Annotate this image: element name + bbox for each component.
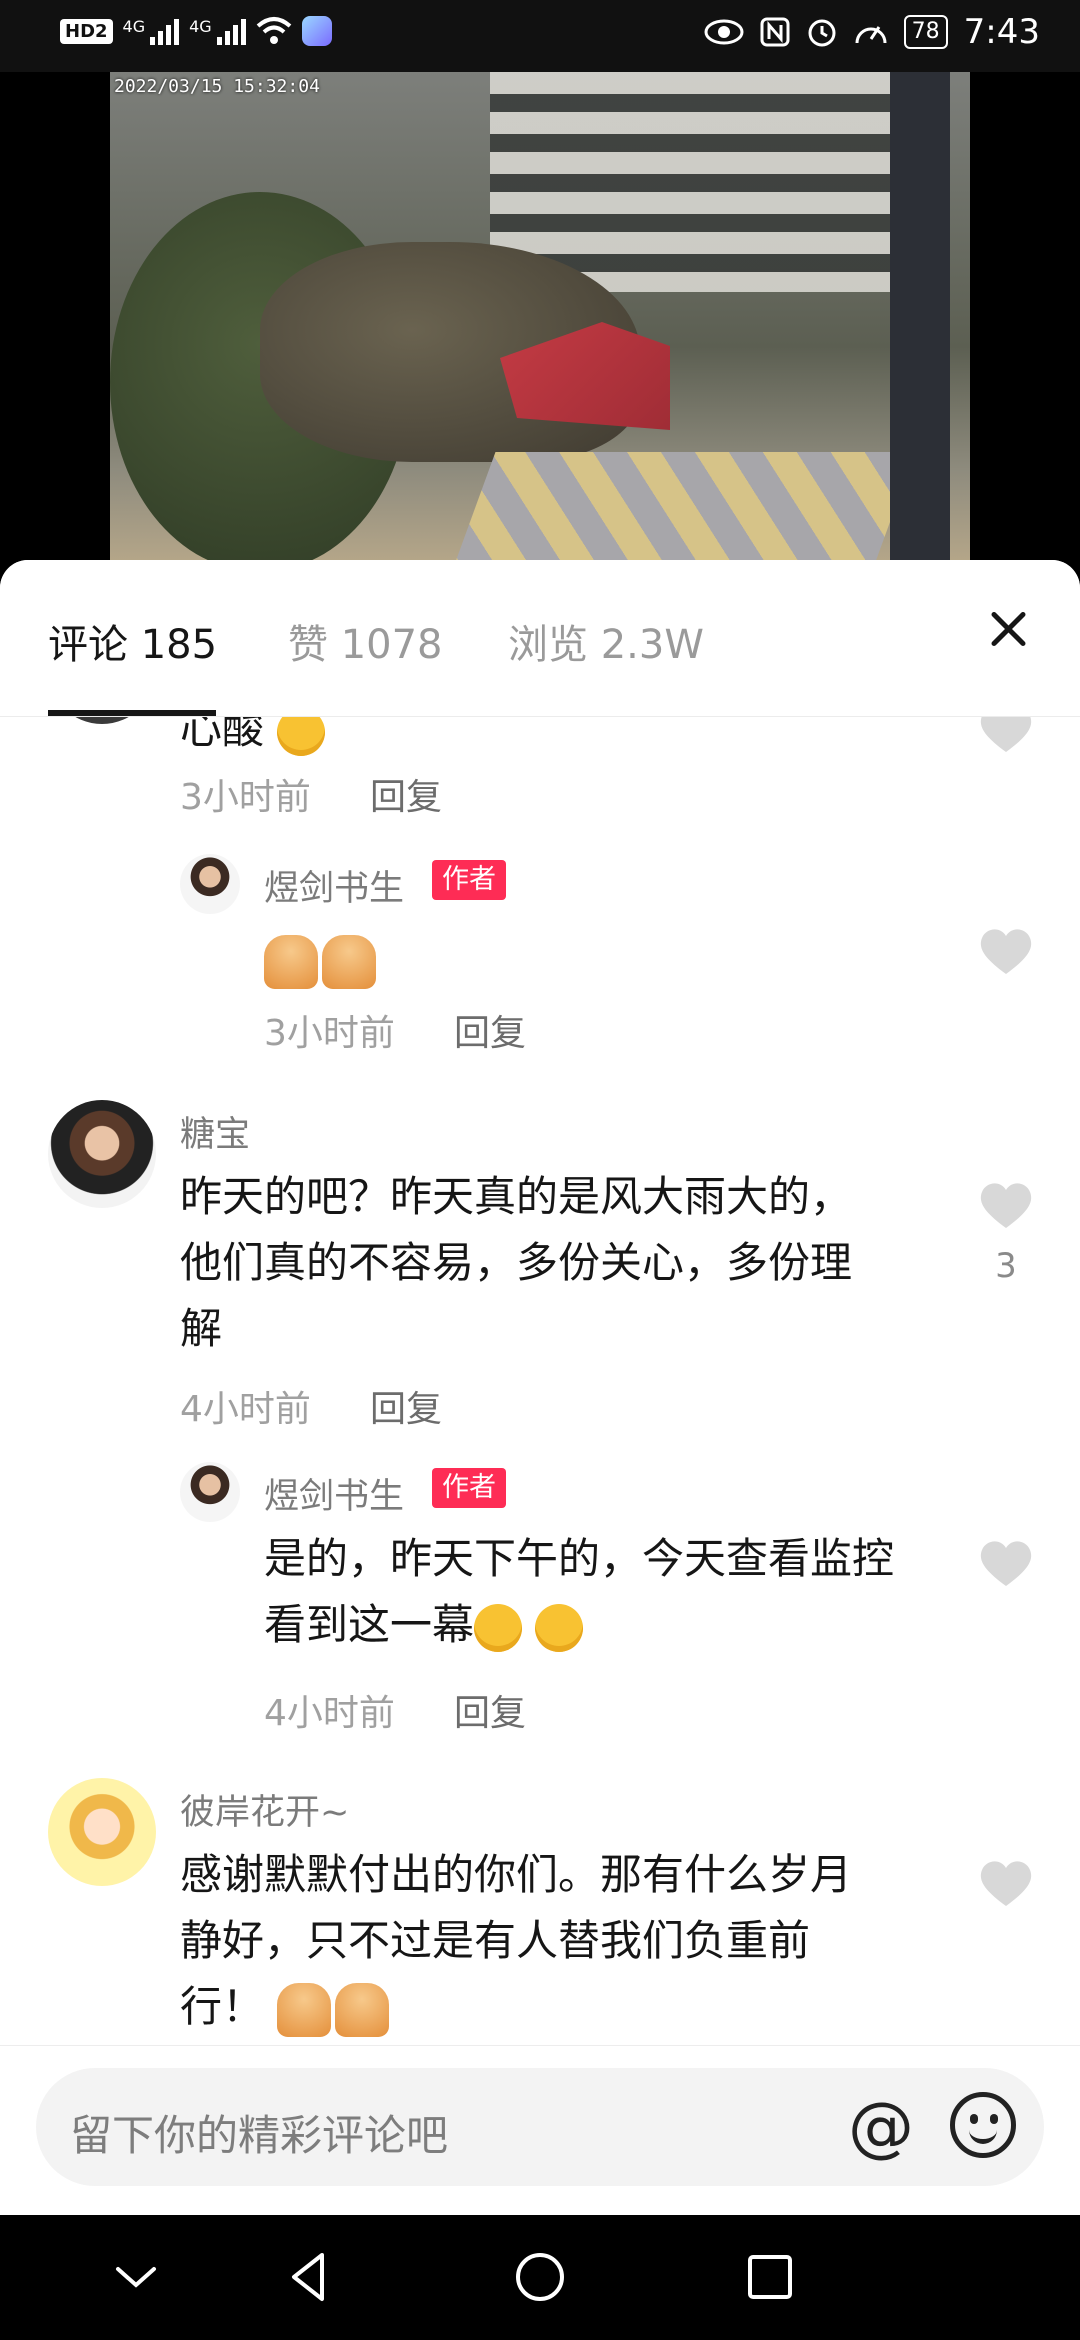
emoji-picker-icon[interactable] bbox=[950, 2092, 1016, 2158]
comment-time: 3小时前 bbox=[180, 777, 311, 818]
recent-apps-icon[interactable] bbox=[738, 2245, 802, 2309]
comment-text bbox=[264, 926, 380, 991]
comment-input-placeholder[interactable]: 留下你的精彩评论吧 bbox=[70, 2102, 448, 2163]
wifi-icon bbox=[256, 17, 292, 44]
comment-author-name[interactable]: 煜剑书生 bbox=[264, 1468, 404, 1519]
video-player[interactable]: 2022/03/15 15:32:04 bbox=[110, 72, 970, 572]
avatar[interactable] bbox=[180, 854, 240, 914]
like-heart-icon[interactable] bbox=[978, 716, 1034, 754]
video-plaza bbox=[444, 452, 916, 572]
reply-button[interactable]: 回复 bbox=[454, 1684, 526, 1736]
comment-time: 4小时前 bbox=[264, 1693, 395, 1734]
comment-text-line: 他们真的不容易，多份关心，多份理 bbox=[180, 1238, 853, 1287]
app-notification-icon bbox=[301, 16, 332, 46]
comment-text-line: 是的，昨天下午的，今天查看监控 bbox=[264, 1534, 895, 1583]
crying-emoji-icon bbox=[474, 1603, 523, 1652]
comment-text-line: 静好，只不过是有人替我们负重前 bbox=[180, 1916, 811, 1965]
comment-author-name[interactable]: 彼岸花开~ bbox=[180, 1784, 349, 1835]
status-bar: HD2 4G 4G 78 7:43 bbox=[0, 0, 1080, 72]
signal-icon-2: 4G bbox=[189, 17, 246, 45]
avatar[interactable] bbox=[48, 1100, 156, 1208]
comment-author-name[interactable]: 糖宝 bbox=[180, 1106, 250, 1157]
video-pole bbox=[890, 72, 950, 572]
comment-text-line: 看到这一幕 bbox=[264, 1592, 584, 1657]
crying-emoji-icon bbox=[535, 1603, 584, 1652]
hd-badge: HD2 bbox=[60, 18, 113, 44]
tab-views[interactable]: 浏览 2.3W bbox=[508, 612, 704, 670]
battery-indicator: 78 bbox=[903, 15, 948, 49]
comment-text-line: 行！ bbox=[180, 1974, 393, 2039]
tab-comments[interactable]: 评论 185 bbox=[48, 612, 217, 670]
comment-input[interactable]: 留下你的精彩评论吧 @ bbox=[36, 2068, 1044, 2186]
comment-time: 3小时前 bbox=[264, 1013, 395, 1054]
avatar[interactable] bbox=[48, 1778, 156, 1886]
comment-list[interactable]: 心酸 3小时前 回复 煜剑书生 作者 3小时前 回复 糖宝 昨天的吧？昨天真的是… bbox=[0, 716, 1080, 2156]
crying-emoji-icon bbox=[277, 716, 326, 756]
avatar[interactable] bbox=[180, 1462, 240, 1522]
like-heart-icon[interactable] bbox=[978, 1858, 1034, 1908]
author-badge: 作者 bbox=[432, 860, 506, 900]
like-count: 3 bbox=[995, 1246, 1017, 1286]
eye-icon bbox=[704, 19, 744, 45]
status-left: HD2 4G 4G bbox=[60, 16, 332, 46]
like-heart-icon[interactable] bbox=[978, 1538, 1034, 1588]
pray-emoji-icon bbox=[322, 934, 376, 989]
comment-input-bar: 留下你的精彩评论吧 @ bbox=[0, 2045, 1080, 2216]
video-timestamp: 2022/03/15 15:32:04 bbox=[114, 76, 320, 97]
alarm-icon bbox=[808, 19, 836, 47]
like-heart-icon[interactable] bbox=[978, 1180, 1034, 1230]
system-nav-bar bbox=[0, 2215, 1080, 2340]
reply-button[interactable]: 回复 bbox=[454, 1004, 526, 1056]
mention-icon[interactable]: @ bbox=[848, 2092, 914, 2162]
pray-emoji-icon bbox=[277, 1982, 332, 2037]
comment-text: 心酸 bbox=[180, 716, 326, 761]
active-tab-indicator bbox=[48, 710, 216, 716]
reply-button[interactable]: 回复 bbox=[370, 1380, 442, 1432]
comment-text-line: 感谢默默付出的你们。那有什么岁月 bbox=[180, 1850, 853, 1899]
comment-text-line: 解 bbox=[180, 1304, 223, 1353]
back-icon[interactable] bbox=[278, 2245, 342, 2309]
tab-likes[interactable]: 赞 1078 bbox=[288, 612, 443, 670]
reply-button[interactable]: 回复 bbox=[370, 768, 442, 820]
close-icon[interactable] bbox=[984, 604, 1034, 654]
status-right: 78 7:43 bbox=[704, 12, 1040, 52]
comment-sheet: 评论 185 赞 1078 浏览 2.3W 心酸 3小时前 回复 煜剑书生 作者… bbox=[0, 560, 1080, 2215]
comment-author-name[interactable]: 煜剑书生 bbox=[264, 860, 404, 911]
hide-keyboard-icon[interactable] bbox=[104, 2245, 168, 2309]
comment-time: 4小时前 bbox=[180, 1389, 311, 1430]
clock: 7:43 bbox=[963, 12, 1040, 52]
author-badge: 作者 bbox=[432, 1468, 506, 1508]
comment-text-line: 昨天的吧？昨天真的是风大雨大的， bbox=[180, 1172, 853, 1221]
speed-icon bbox=[855, 26, 887, 44]
nfc-icon bbox=[760, 17, 790, 47]
signal-icon: 4G bbox=[123, 17, 180, 45]
comment-tabs: 评论 185 赞 1078 浏览 2.3W bbox=[0, 560, 1080, 717]
home-icon[interactable] bbox=[508, 2245, 572, 2309]
like-heart-icon[interactable] bbox=[978, 926, 1034, 976]
avatar[interactable] bbox=[48, 716, 156, 724]
pray-emoji-icon bbox=[335, 1982, 390, 2037]
pray-emoji-icon bbox=[264, 934, 318, 989]
